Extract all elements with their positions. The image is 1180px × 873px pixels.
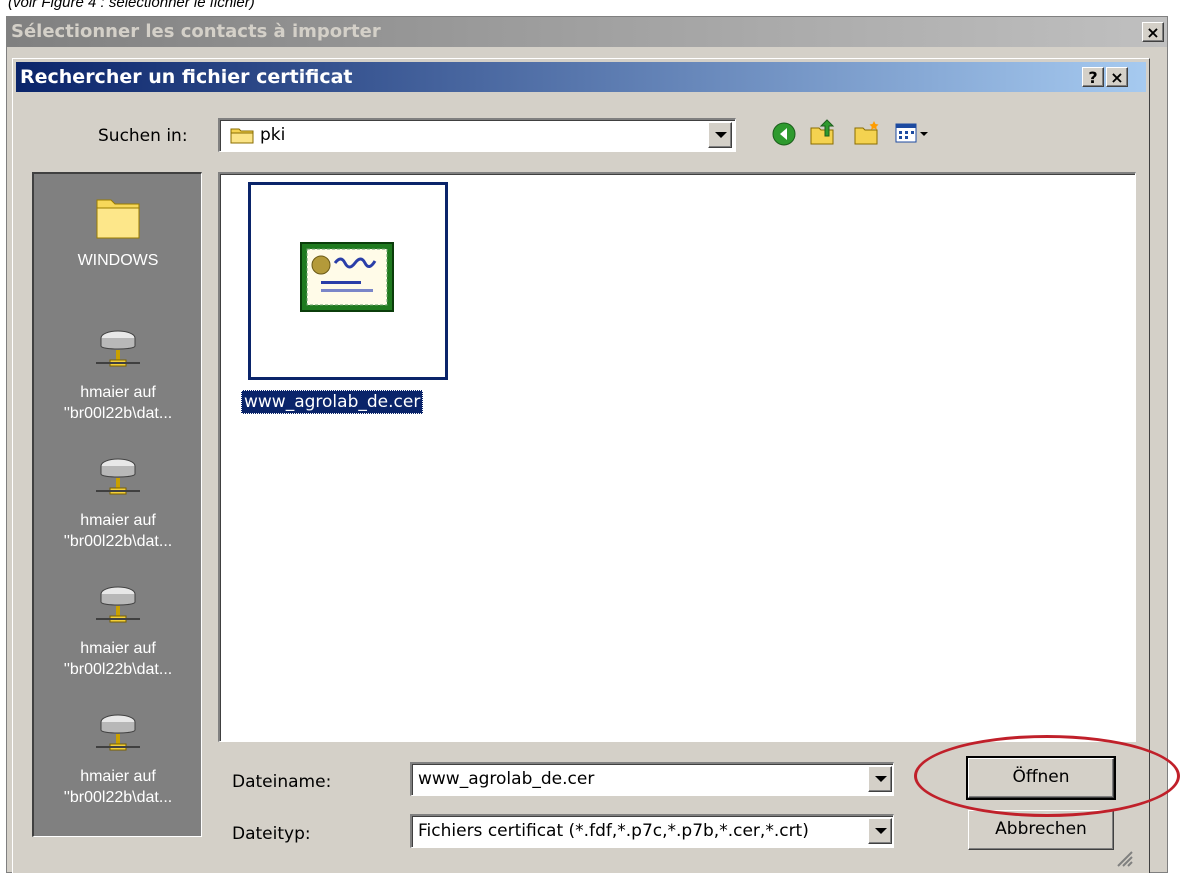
- network-drive-icon: [34, 448, 202, 510]
- look-in-combobox[interactable]: pki: [218, 118, 736, 152]
- place-label: hmaier auf ''br00l22b\dat...: [63, 384, 173, 422]
- filetype-value: Fichiers certificat (*.fdf,*.p7c,*.p7b,*…: [418, 821, 809, 841]
- new-folder-icon[interactable]: [852, 118, 882, 148]
- filetype-dropdown-button[interactable]: [868, 818, 892, 844]
- certificate-icon: [299, 241, 395, 318]
- highlight-ring: [914, 735, 1180, 817]
- view-menu-icon[interactable]: [894, 120, 932, 148]
- filetype-label: Dateityp:: [232, 824, 311, 844]
- place-label: hmaier auf ''br00l22b\dat...: [63, 512, 173, 550]
- up-folder-icon[interactable]: [808, 118, 838, 148]
- resize-grip-icon[interactable]: [1112, 846, 1134, 868]
- place-label: hmaier auf ''br00l22b\dat...: [63, 768, 173, 806]
- file-name-label[interactable]: www_agrolab_de.cer: [241, 390, 424, 414]
- file-item-www-agrolab[interactable]: [248, 182, 448, 380]
- network-drive-icon: [34, 576, 202, 638]
- look-in-label: Suchen in:: [98, 126, 188, 146]
- outer-dialog-title: Sélectionner les contacts à importer: [7, 17, 1167, 47]
- filetype-combobox[interactable]: Fichiers certificat (*.fdf,*.p7c,*.p7b,*…: [410, 814, 894, 848]
- close-button[interactable]: ×: [1106, 67, 1128, 87]
- place-network-1[interactable]: hmaier auf ''br00l22b\dat...: [34, 320, 202, 424]
- filename-label: Dateiname:: [232, 772, 332, 792]
- folder-icon: [230, 126, 254, 149]
- place-label: WINDOWS: [77, 252, 159, 269]
- place-label: hmaier auf ''br00l22b\dat...: [63, 640, 173, 678]
- look-in-value: pki: [260, 125, 286, 145]
- filename-dropdown-button[interactable]: [868, 766, 892, 792]
- place-network-4[interactable]: hmaier auf ''br00l22b\dat...: [34, 704, 202, 808]
- places-bar: WINDOWS hmaier auf ''br00l22b\dat... hma…: [32, 172, 202, 837]
- network-drive-icon: [34, 704, 202, 766]
- network-drive-icon: [34, 320, 202, 382]
- figure-caption: (voir Figure 4 : sélectionner le fichier…: [8, 0, 255, 11]
- place-network-3[interactable]: hmaier auf ''br00l22b\dat...: [34, 576, 202, 680]
- place-network-2[interactable]: hmaier auf ''br00l22b\dat...: [34, 448, 202, 552]
- filename-input[interactable]: www_agrolab_de.cer: [410, 762, 894, 796]
- look-in-dropdown-button[interactable]: [708, 122, 732, 148]
- place-windows[interactable]: WINDOWS: [34, 190, 202, 271]
- filename-value: www_agrolab_de.cer: [418, 769, 595, 789]
- help-button[interactable]: ?: [1082, 67, 1104, 87]
- back-icon[interactable]: [770, 120, 798, 148]
- folder-icon: [34, 190, 202, 248]
- outer-close-button[interactable]: ×: [1142, 22, 1164, 42]
- dialog-title: Rechercher un fichier certificat: [16, 62, 1146, 92]
